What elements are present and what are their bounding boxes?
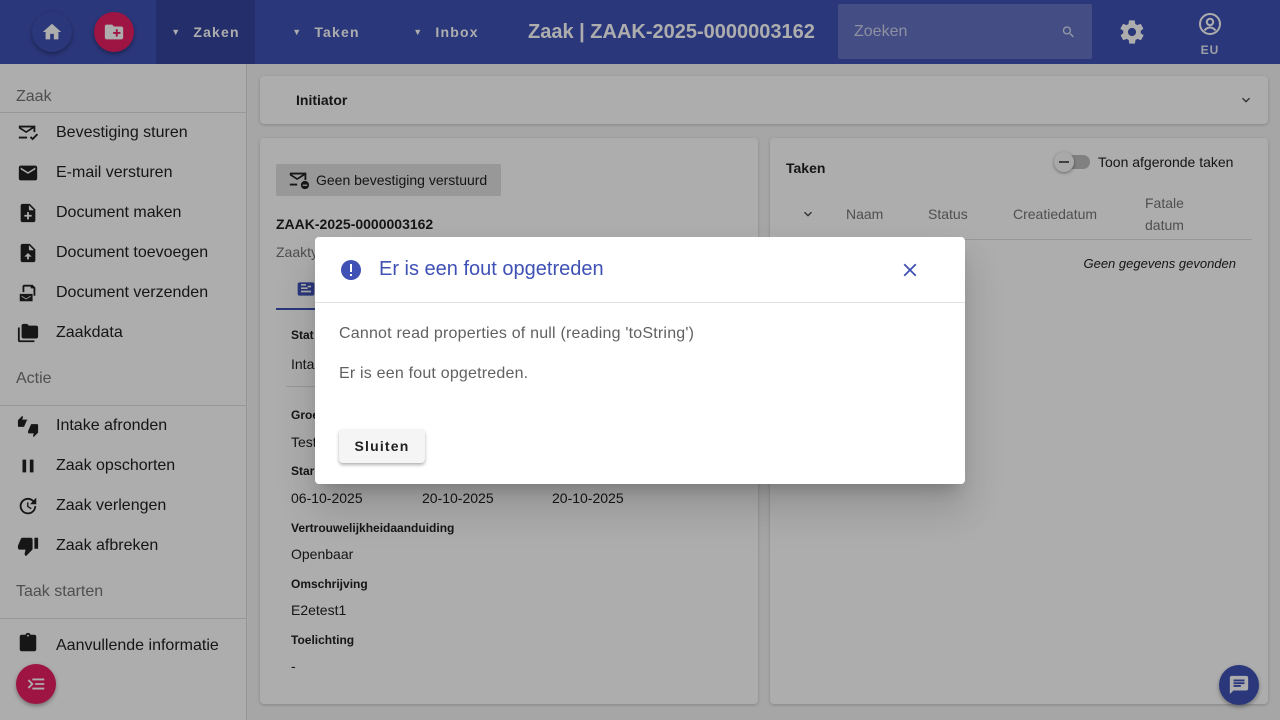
error-dialog: Er is een fout opgetreden Cannot read pr… [315,237,965,484]
dialog-title: Er is een fout opgetreden [379,258,604,280]
dialog-submessage: Er is een fout opgetreden. [339,365,529,382]
close-icon[interactable] [899,259,921,281]
dialog-error-message: Cannot read properties of null (reading … [339,325,695,342]
dialog-header: Er is een fout opgetreden [315,237,965,303]
close-dialog-button[interactable]: Sluiten [339,429,425,463]
error-icon [341,259,361,280]
